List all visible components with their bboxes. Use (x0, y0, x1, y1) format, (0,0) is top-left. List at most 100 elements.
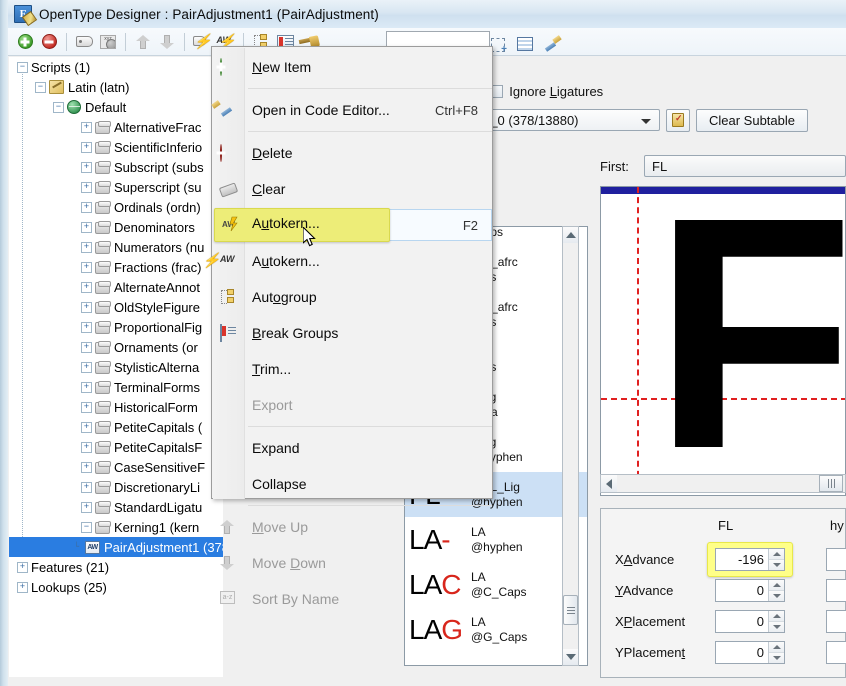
xplacement-col1-stepper[interactable]: 0 (715, 610, 785, 633)
expand-toggle[interactable]: + (81, 241, 92, 253)
tree-item[interactable]: + Fractions (frac) (9, 257, 223, 277)
expand-toggle[interactable]: + (81, 121, 92, 133)
expand-toggle[interactable]: + (81, 181, 92, 193)
expand-toggle[interactable]: + (17, 581, 28, 593)
menu-item-delete[interactable]: Delete (212, 135, 492, 171)
move-up-button[interactable] (132, 31, 154, 53)
expand-toggle[interactable]: + (81, 161, 92, 173)
scroll-thumb[interactable] (563, 595, 578, 625)
lookup-tree[interactable]: − Scripts (1) − Latin (latn) − Default + Altern… (9, 57, 223, 677)
expand-toggle[interactable]: + (81, 201, 92, 213)
expand-toggle[interactable]: + (81, 481, 92, 493)
scroll-left-button[interactable] (601, 475, 617, 492)
expand-toggle[interactable]: + (81, 321, 92, 333)
stepper-buttons[interactable] (768, 580, 784, 601)
tree-item[interactable]: + ProportionalFig (9, 317, 223, 337)
stepper-up-button[interactable] (769, 611, 784, 622)
pair-list-scrollbar[interactable] (562, 226, 579, 666)
tree-item[interactable]: + StandardLigatu (9, 497, 223, 517)
copy-subtable-button[interactable] (666, 108, 690, 132)
expand-toggle[interactable]: + (81, 281, 92, 293)
stepper-down-button[interactable] (769, 560, 784, 570)
tree-item[interactable]: + AlternateAnnot (9, 277, 223, 297)
yplacement-col2-stepper[interactable] (826, 641, 846, 664)
expand-toggle[interactable]: + (17, 561, 28, 573)
scroll-thumb[interactable] (819, 475, 843, 492)
tree-item[interactable]: └ AW PairAdjustment1 (378/13880) (9, 537, 223, 557)
expand-toggle[interactable]: + (81, 221, 92, 233)
remove-item-button[interactable] (38, 31, 60, 53)
tree-item[interactable]: + ScientificInferio (9, 137, 223, 157)
preview-horizontal-scrollbar[interactable] (600, 474, 846, 493)
expand-toggle[interactable]: + (81, 441, 92, 453)
rename-item-button[interactable] (73, 31, 95, 53)
expand-toggle[interactable]: + (81, 401, 92, 413)
tree-item[interactable]: + Features (21) (9, 557, 223, 577)
grid-view-button[interactable] (514, 33, 536, 55)
expand-toggle[interactable]: + (81, 381, 92, 393)
expand-toggle[interactable]: + (81, 501, 92, 513)
stepper-up-button[interactable] (769, 549, 784, 560)
menu-item-clear[interactable]: Clear (212, 171, 492, 207)
tree-item[interactable]: + AlternativeFrac (9, 117, 223, 137)
clear-subtable-button[interactable]: Clear Subtable (696, 108, 808, 132)
menu-item-new-item[interactable]: New Item (212, 49, 492, 85)
tree-item[interactable]: − Default (9, 97, 223, 117)
context-menu[interactable]: New Item Open in Code Editor... Ctrl+F8 Del… (203, 46, 493, 607)
xadvance-col2-stepper[interactable] (826, 548, 846, 571)
tree-item[interactable]: − Kerning1 (kern (9, 517, 223, 537)
tree-item[interactable]: + CaseSensitiveF (9, 457, 223, 477)
tree-item[interactable]: + Denominators (9, 217, 223, 237)
stepper-buttons[interactable] (768, 549, 784, 570)
scroll-up-button[interactable] (563, 227, 578, 243)
scroll-down-button[interactable] (563, 649, 578, 665)
expand-toggle[interactable]: + (81, 341, 92, 353)
first-glyph-input[interactable]: FL (644, 155, 846, 177)
menu-item-expand[interactable]: Expand (212, 430, 492, 466)
expand-toggle[interactable]: + (81, 141, 92, 153)
tree-item[interactable]: + DiscretionaryLi (9, 477, 223, 497)
tree-item[interactable]: + PetiteCapitals ( (9, 417, 223, 437)
menu-item-break-groups[interactable]: Break Groups (212, 315, 492, 351)
tree-item[interactable]: + StylisticAlterna (9, 357, 223, 377)
tree-item[interactable]: + Numerators (nu (9, 237, 223, 257)
add-item-button[interactable] (14, 31, 36, 53)
collapse-toggle[interactable]: − (53, 101, 64, 113)
expand-toggle[interactable]: + (81, 421, 92, 433)
stepper-down-button[interactable] (769, 591, 784, 601)
expand-toggle[interactable]: + (81, 261, 92, 273)
collapse-toggle[interactable]: − (81, 521, 92, 533)
expand-toggle[interactable]: + (81, 301, 92, 313)
menu-item-autogroup[interactable]: Autogroup (212, 279, 492, 315)
menu-item-open-in-code-editor[interactable]: Open in Code Editor... Ctrl+F8 (212, 92, 492, 128)
tree-item[interactable]: + Superscript (su (9, 177, 223, 197)
menu-item-trim[interactable]: Trim... (212, 351, 492, 387)
collapse-toggle[interactable]: − (17, 61, 28, 73)
tree-item[interactable]: + Lookups (25) (9, 577, 223, 597)
tree-item[interactable]: + HistoricalForm (9, 397, 223, 417)
xadvance-col1-stepper[interactable]: -196 (715, 548, 785, 571)
stepper-buttons[interactable] (768, 642, 784, 663)
tree-item[interactable]: + Ornaments (or (9, 337, 223, 357)
tree-item[interactable]: + Ordinals (ordn) (9, 197, 223, 217)
menu-item-autokern[interactable]: AW ⚡ Autokern... (203, 243, 492, 279)
tree-item[interactable]: + OldStyleFigure (9, 297, 223, 317)
autogroup-button[interactable]: ⚡ (191, 31, 213, 53)
tree-item[interactable]: + TerminalForms (9, 377, 223, 397)
collapse-toggle[interactable]: − (35, 81, 46, 93)
stepper-down-button[interactable] (769, 653, 784, 663)
expand-toggle[interactable]: + (81, 361, 92, 373)
sort-items-button[interactable]: xyz (97, 31, 119, 53)
tree-item[interactable]: + Subscript (subs (9, 157, 223, 177)
yplacement-col1-stepper[interactable]: 0 (715, 641, 785, 664)
menu-item-collapse[interactable]: Collapse (212, 466, 492, 502)
stepper-up-button[interactable] (769, 580, 784, 591)
stepper-buttons[interactable] (768, 611, 784, 632)
expand-toggle[interactable]: + (81, 461, 92, 473)
move-down-button[interactable] (156, 31, 178, 53)
stepper-up-button[interactable] (769, 642, 784, 653)
glyph-preview[interactable]: F (600, 186, 846, 496)
stepper-down-button[interactable] (769, 622, 784, 632)
ignore-ligatures-checkbox[interactable]: Ignore Ligatures (490, 84, 603, 99)
code-editor-button[interactable] (541, 33, 563, 55)
